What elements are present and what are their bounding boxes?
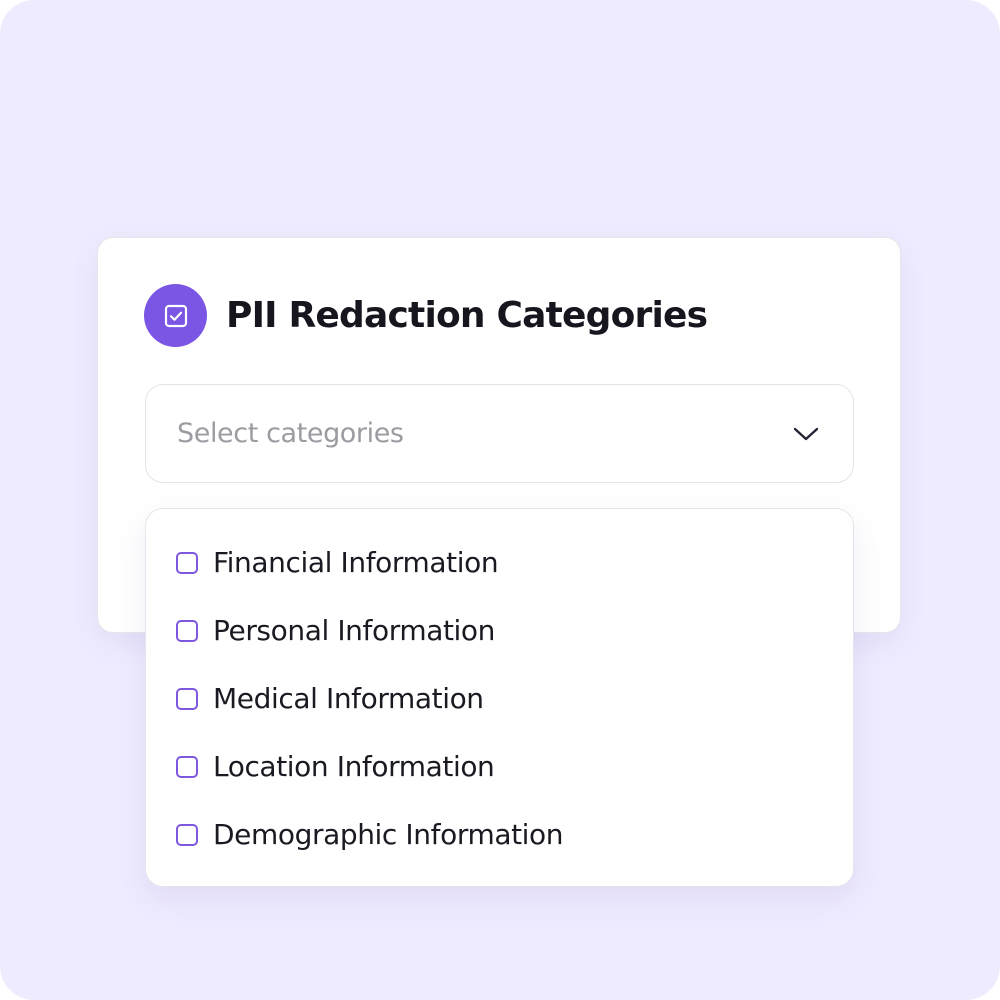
select-placeholder: Select categories: [177, 418, 404, 449]
background-canvas: PII Redaction Categories Select categori…: [0, 0, 1000, 1000]
option-label: Personal Information: [213, 614, 496, 647]
checkbox-check-glyph: [164, 304, 187, 327]
option-label: Financial Information: [213, 546, 499, 579]
option-demographic-information[interactable]: Demographic Information: [175, 813, 735, 857]
option-location-information[interactable]: Location Information: [175, 745, 735, 789]
checkbox[interactable]: [176, 756, 198, 778]
chevron-down-icon[interactable]: [792, 423, 820, 445]
option-label: Location Information: [213, 750, 495, 783]
page-title: PII Redaction Categories: [226, 295, 708, 336]
checkbox[interactable]: [176, 824, 198, 846]
option-medical-information[interactable]: Medical Information: [175, 677, 735, 721]
checkbox[interactable]: [176, 688, 198, 710]
option-label: Medical Information: [213, 682, 484, 715]
option-personal-information[interactable]: Personal Information: [175, 609, 735, 653]
checkbox[interactable]: [176, 620, 198, 642]
checkbox-icon: [144, 284, 207, 347]
checkbox[interactable]: [176, 552, 198, 574]
option-financial-information[interactable]: Financial Information: [175, 541, 735, 585]
option-label: Demographic Information: [213, 818, 564, 851]
